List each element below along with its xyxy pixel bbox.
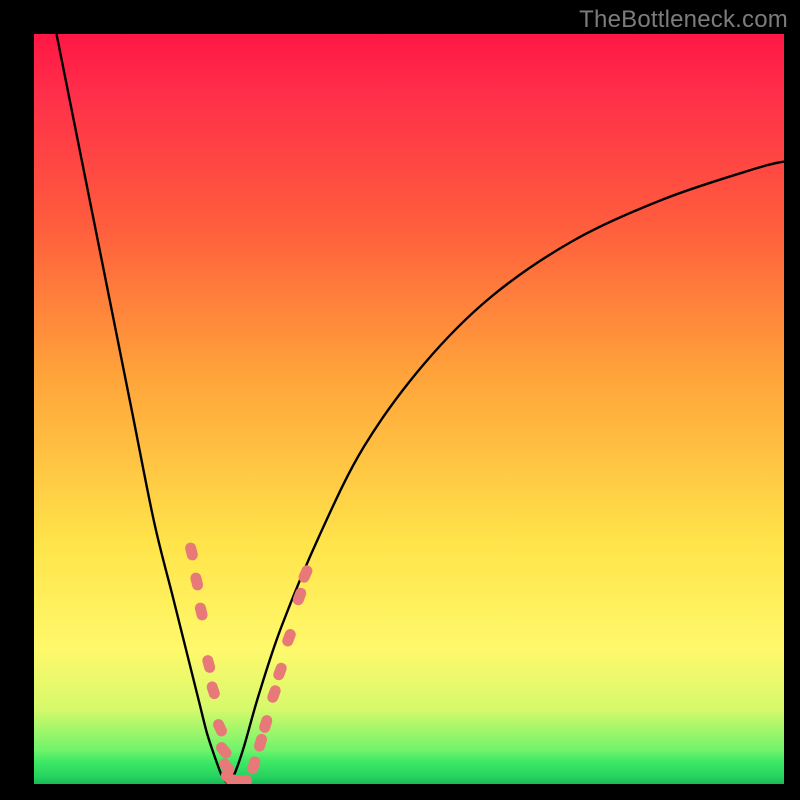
bead-marker [184,541,199,561]
bead-marker [214,740,234,761]
bead-marker [281,627,298,648]
bead-group [184,541,314,784]
watermark-text: TheBottleneck.com [579,6,788,34]
chart-frame: TheBottleneck.com [0,0,800,800]
curve-layer [34,34,784,784]
bead-marker [201,654,216,674]
bead-marker [291,586,308,607]
left-branch-curve [57,34,230,784]
bead-marker [266,684,283,705]
bead-marker [205,680,221,701]
bead-marker [189,571,204,591]
bead-marker [258,714,274,734]
right-branch-curve [229,162,784,785]
bead-marker [194,601,209,621]
bead-marker [211,717,229,738]
plot-area [34,34,784,784]
bead-marker [272,661,289,682]
bead-marker [246,755,262,775]
bead-marker [253,733,269,753]
